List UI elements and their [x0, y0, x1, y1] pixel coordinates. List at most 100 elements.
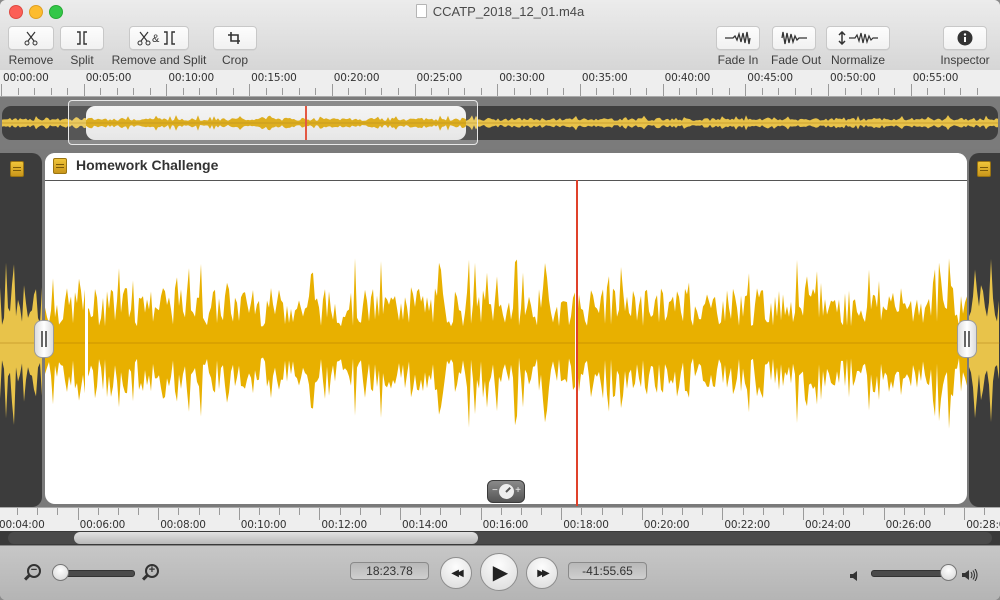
waveform-editor[interactable]: Homework Challenge — [0, 149, 1000, 507]
ruler-minor-tick — [67, 88, 69, 95]
fast-forward-button[interactable]: ▶▶ — [526, 557, 558, 589]
remove-split-icon: & — [129, 26, 189, 50]
ruler-major-tick — [1, 84, 2, 96]
ruler-minor-tick — [216, 88, 218, 95]
ruler-minor-tick — [282, 88, 284, 95]
volume-low-icon — [850, 568, 858, 586]
ruler-major-tick — [77, 508, 79, 520]
ruler-minor-tick — [460, 508, 462, 515]
zoom-in-icon[interactable]: + — [145, 564, 159, 578]
ruler-minor-tick — [480, 88, 482, 95]
ruler-minor-tick — [298, 88, 300, 95]
window-title: CCATP_2018_12_01.m4a — [0, 4, 1000, 19]
remove-button[interactable]: Remove — [8, 26, 54, 67]
ruler-label: 00:16:00 — [482, 519, 529, 531]
ruler-minor-tick — [563, 88, 565, 95]
ruler-minor-tick — [712, 88, 714, 95]
ruler-minor-tick — [17, 88, 19, 95]
overview-ruler[interactable]: 00:00:00 00:05:00 00:10:00 00:15:00 00:20:00… — [0, 70, 1000, 97]
ruler-minor-tick — [646, 88, 648, 95]
volume-slider-knob[interactable] — [940, 564, 957, 581]
ruler-label: 00:25:00 — [416, 72, 463, 84]
ruler-minor-tick — [944, 508, 946, 515]
ruler-major-tick — [166, 84, 168, 96]
ruler-minor-tick — [682, 508, 684, 515]
inspector-button[interactable]: Inspector — [937, 26, 993, 67]
ruler-minor-tick — [513, 88, 515, 95]
ruler-minor-tick — [397, 88, 399, 95]
zoom-out-icon[interactable]: − — [27, 564, 41, 578]
ruler-major-tick — [910, 84, 912, 96]
ruler-label: 00:18:00 — [563, 519, 609, 531]
ruler-minor-tick — [279, 508, 281, 515]
split-button[interactable]: Split — [60, 26, 104, 67]
ruler-minor-tick — [546, 88, 548, 95]
crop-label: Crop — [221, 53, 248, 67]
svg-text:&: & — [152, 33, 160, 45]
ruler-minor-tick — [581, 508, 583, 515]
ruler-minor-tick — [923, 508, 925, 515]
ruler-major-tick — [238, 508, 240, 520]
clip-title[interactable]: Homework Challenge — [76, 157, 218, 173]
ruler-minor-tick — [149, 88, 151, 95]
ruler-minor-tick — [133, 88, 135, 95]
ruler-minor-tick — [894, 88, 896, 95]
ruler-minor-tick — [218, 508, 220, 515]
ruler-minor-tick — [364, 88, 366, 95]
fade-in-button[interactable]: Fade In — [716, 26, 760, 67]
ruler-minor-tick — [17, 508, 19, 515]
ruler-minor-tick — [178, 508, 180, 515]
scroll-thumb[interactable] — [74, 532, 478, 544]
timeline-ruler[interactable]: 00:04:00 00:06:00 00:08:00 00:10:00 00:12:00… — [0, 507, 1000, 532]
ruler-minor-tick — [943, 88, 945, 95]
ruler-minor-tick — [621, 508, 623, 515]
ruler-minor-tick — [927, 88, 929, 95]
ruler-label: 00:14:00 — [402, 519, 448, 531]
ruler-minor-tick — [431, 88, 433, 95]
ruler-major-tick — [662, 84, 664, 96]
ruler-minor-tick — [57, 508, 59, 515]
crop-button[interactable]: Crop — [213, 26, 257, 67]
fade-out-button[interactable]: Fade Out — [771, 26, 821, 67]
ruler-major-tick — [331, 84, 333, 96]
playhead[interactable] — [576, 180, 578, 506]
ruler-minor-tick — [198, 508, 200, 515]
rewind-button[interactable]: ◀◀ — [440, 557, 472, 589]
zoom-slider-knob[interactable] — [52, 564, 69, 581]
ruler-label: 00:22:00 — [724, 519, 770, 531]
ruler-minor-tick — [50, 88, 52, 95]
overview-visible-range[interactable] — [68, 100, 478, 145]
ruler-minor-tick — [199, 88, 201, 95]
toolbar: CCATP_2018_12_01.m4a Remove Split & Remo… — [0, 0, 1000, 71]
clip-start-trim-handle[interactable] — [34, 320, 54, 358]
ruler-minor-tick — [976, 88, 978, 95]
ruler-minor-tick — [811, 88, 813, 95]
ruler-label: 00:20:00 — [643, 519, 690, 531]
waveform-zoom-knob[interactable]: − + — [487, 480, 525, 503]
ruler-major-tick — [400, 508, 401, 520]
ruler-minor-tick — [37, 508, 39, 515]
remove-and-split-button[interactable]: & Remove and Split — [110, 26, 208, 67]
overview-strip[interactable] — [0, 97, 1000, 149]
ruler-major-tick — [561, 508, 563, 520]
normalize-button[interactable]: Normalize — [826, 26, 890, 67]
ruler-minor-tick — [315, 88, 317, 95]
ruler-minor-tick — [762, 508, 764, 515]
ruler-minor-tick — [877, 88, 879, 95]
clip-header: Homework Challenge — [45, 153, 967, 181]
ruler-label: 00:06:00 — [79, 519, 126, 531]
ruler-major-tick — [722, 508, 724, 520]
horizontal-scrollbar[interactable] — [0, 531, 1000, 545]
app-window: CCATP_2018_12_01.m4a Remove Split & Remo… — [0, 0, 1000, 600]
ruler-label: 00:10:00 — [168, 72, 214, 84]
ruler-label: 00:15:00 — [251, 72, 297, 84]
play-button[interactable]: ▶ — [480, 553, 518, 591]
zoom-in-glyph: + — [148, 564, 156, 576]
clip[interactable]: Homework Challenge — [45, 153, 967, 504]
ruler-minor-tick — [379, 508, 381, 515]
ruler-minor-tick — [728, 88, 730, 95]
ruler-minor-tick — [679, 88, 681, 95]
ruler-label: 00:26:00 — [885, 519, 932, 531]
scissors-icon — [8, 26, 54, 50]
clip-end-trim-handle[interactable] — [957, 320, 977, 358]
